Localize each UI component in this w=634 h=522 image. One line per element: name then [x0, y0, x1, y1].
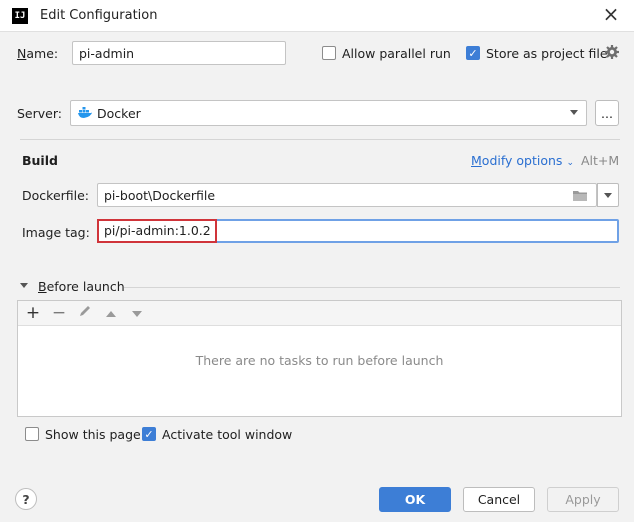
modify-options-link[interactable]: Modify options ⌄	[471, 153, 574, 168]
move-up-icon[interactable]	[102, 304, 120, 322]
image-tag-label: Image tag:	[22, 225, 90, 240]
allow-parallel-run-checkbox[interactable]	[322, 46, 336, 60]
show-this-page-checkbox[interactable]	[25, 427, 39, 441]
chevron-down-icon	[604, 192, 612, 198]
divider	[124, 287, 620, 288]
activate-tool-window-label: Activate tool window	[162, 427, 293, 442]
ok-button[interactable]: OK	[379, 487, 451, 512]
collapse-triangle-icon[interactable]	[20, 283, 28, 288]
remove-icon[interactable]: −	[50, 304, 68, 322]
image-tag-value-highlight[interactable]: pi/pi-admin:1.0.2	[97, 219, 217, 243]
cancel-button[interactable]: Cancel	[463, 487, 535, 512]
window-title: Edit Configuration	[40, 8, 158, 23]
dockerfile-field[interactable]: pi-boot\Dockerfile	[97, 183, 597, 207]
show-this-page-label: Show this page	[45, 427, 141, 442]
server-select[interactable]: Docker	[70, 100, 587, 126]
apply-button[interactable]: Apply	[547, 487, 619, 512]
before-launch-heading: Before launch	[38, 279, 125, 294]
before-launch-toolbar: + −	[18, 301, 621, 326]
help-button[interactable]: ?	[15, 488, 37, 510]
add-icon[interactable]: +	[24, 304, 42, 322]
name-field[interactable]: pi-admin	[72, 41, 286, 65]
close-icon[interactable]: ×	[600, 4, 622, 26]
server-value: Docker	[97, 105, 141, 121]
empty-tasks-message: There are no tasks to run before launch	[195, 353, 444, 368]
intellij-app-icon: IJ	[12, 8, 28, 24]
docker-icon	[77, 106, 93, 120]
gear-icon[interactable]	[604, 44, 620, 60]
store-as-project-file-label: Store as project file	[486, 46, 608, 61]
folder-icon[interactable]	[572, 189, 588, 202]
modify-options-shortcut: Alt+M	[581, 153, 620, 168]
server-label: Server:	[17, 106, 62, 121]
chevron-down-icon	[570, 110, 578, 115]
dockerfile-dropdown-button[interactable]	[597, 183, 619, 207]
activate-tool-window-checkbox[interactable]: ✓	[142, 427, 156, 441]
dockerfile-value: pi-boot\Dockerfile	[104, 187, 216, 203]
dockerfile-label: Dockerfile:	[22, 188, 90, 203]
before-launch-panel: + − There are no tasks to run before lau…	[17, 300, 622, 417]
server-more-button[interactable]: ...	[595, 100, 619, 126]
divider	[20, 139, 620, 140]
build-heading: Build	[22, 153, 58, 168]
move-down-icon[interactable]	[128, 304, 146, 322]
allow-parallel-run-label: Allow parallel run	[342, 46, 451, 61]
edit-pencil-icon[interactable]	[76, 304, 94, 322]
store-as-project-file-checkbox[interactable]: ✓	[466, 46, 480, 60]
name-label: Name:	[17, 46, 59, 61]
